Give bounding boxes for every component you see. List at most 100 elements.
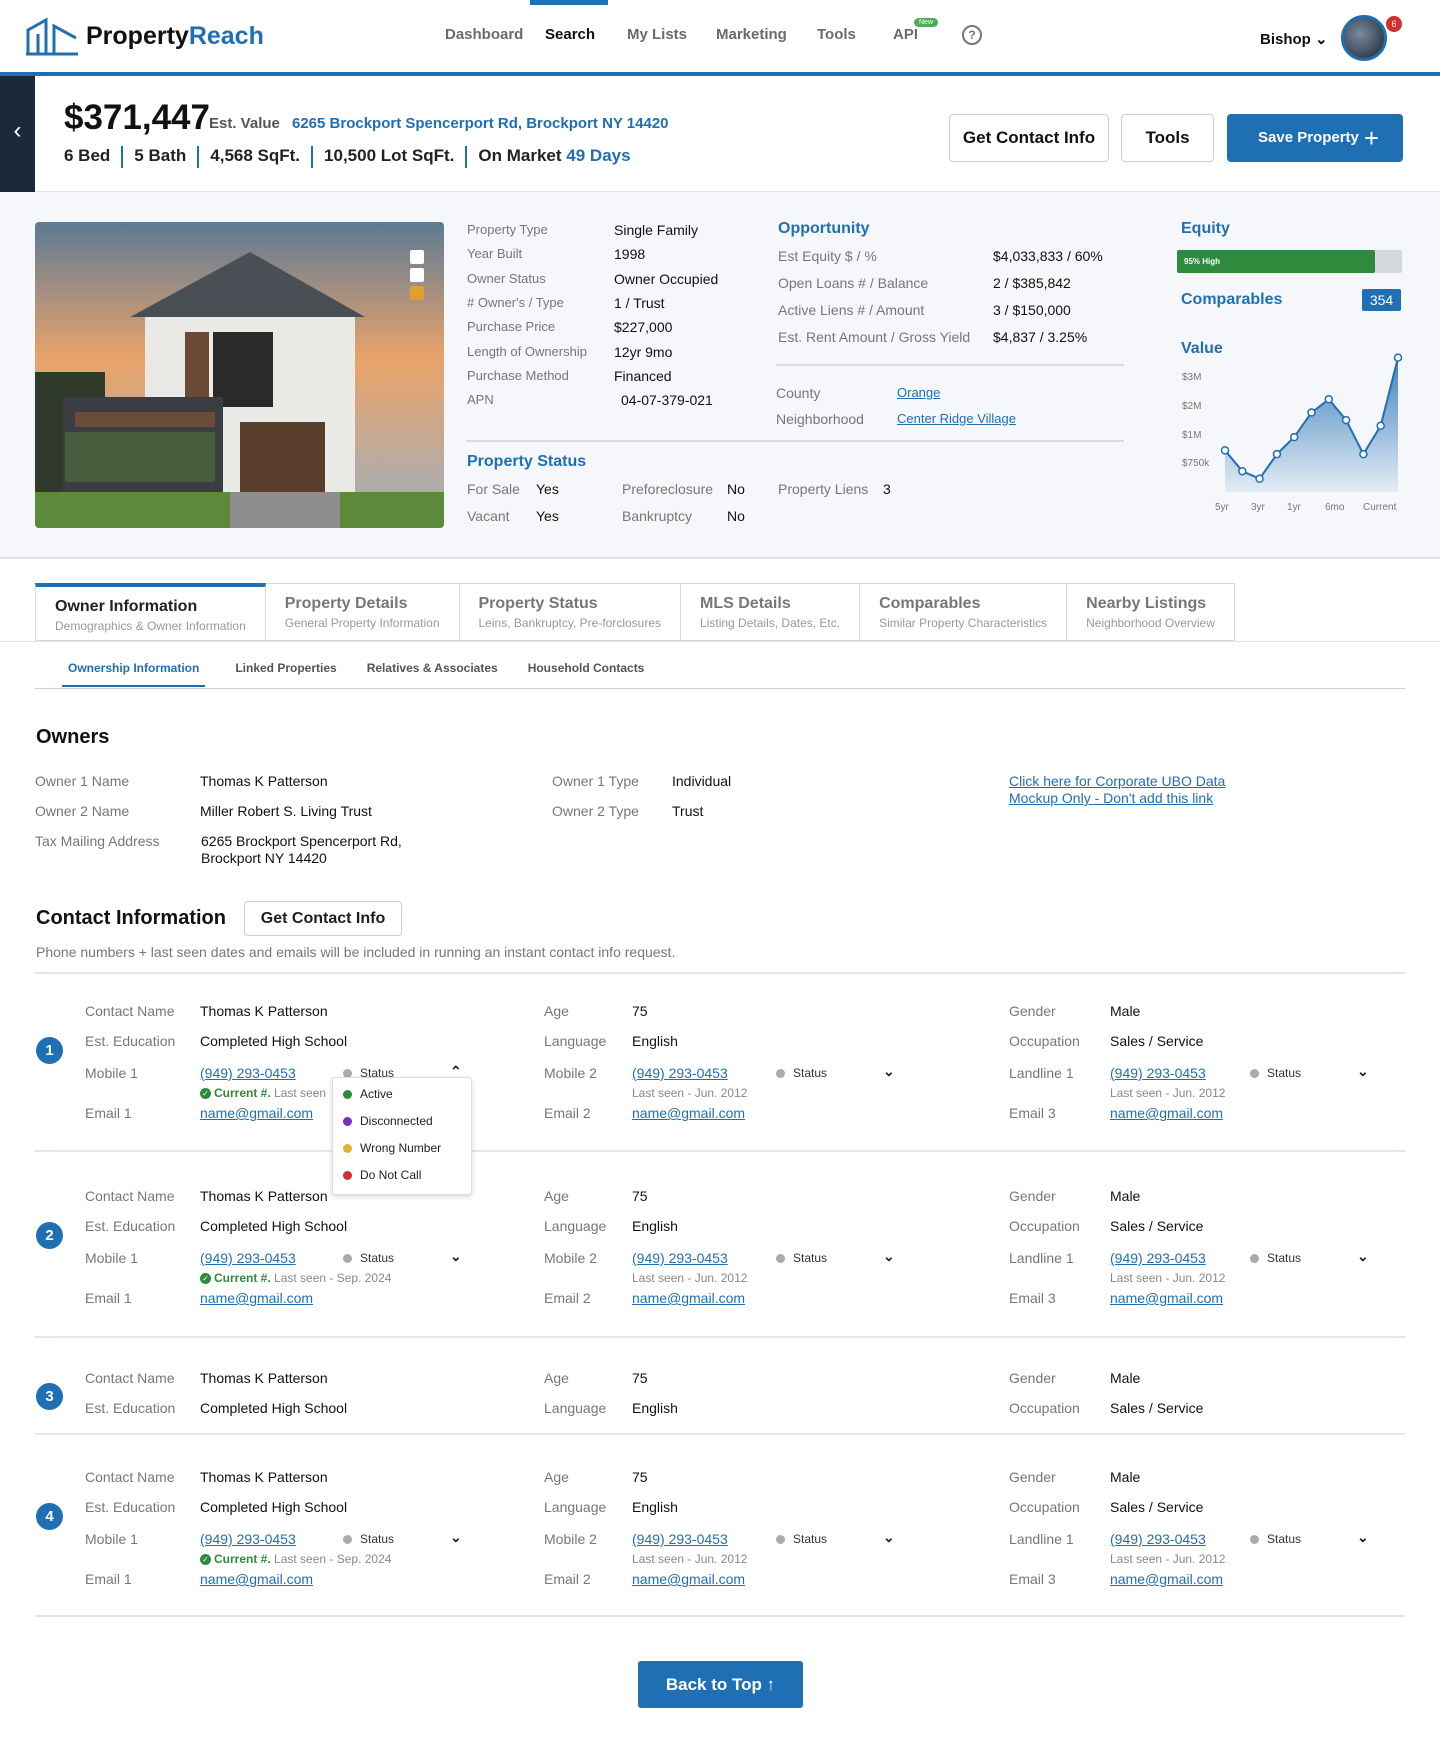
value-point[interactable] <box>1376 421 1385 431</box>
phone-link[interactable]: (949) 293-0453 <box>632 1250 728 1266</box>
value-point[interactable] <box>1324 395 1334 404</box>
status-select[interactable]: Status <box>1250 1251 1301 1265</box>
ubo-data-link[interactable]: Click here for Corporate UBO Data <box>1009 773 1225 789</box>
status-option-active[interactable]: Active <box>333 1087 471 1114</box>
county-link[interactable]: Orange <box>897 385 940 400</box>
chevron-down-icon[interactable]: ⌄ <box>1357 1063 1369 1080</box>
email-link[interactable]: name@gmail.com <box>1110 1105 1223 1121</box>
chevron-down-icon[interactable]: ⌄ <box>883 1063 895 1080</box>
phone-link[interactable]: (949) 293-0453 <box>200 1250 296 1266</box>
value-point[interactable] <box>1307 408 1316 417</box>
tab-owner-information[interactable]: Owner Information Demographics & Owner In… <box>35 583 266 641</box>
vacant-label: Vacant <box>467 508 510 524</box>
value-point[interactable] <box>1238 466 1247 476</box>
status-select[interactable]: Status <box>1250 1532 1301 1546</box>
contact-email1-label: Email 1 <box>85 1571 132 1587</box>
status-select[interactable]: Status <box>343 1532 394 1546</box>
status-option-do-not-call[interactable]: Do Not Call <box>333 1168 471 1195</box>
email-link[interactable]: name@gmail.com <box>200 1105 313 1121</box>
property-address[interactable]: 6265 Brockport Spencerport Rd, Brockport… <box>292 115 669 132</box>
property-photo[interactable] <box>35 222 444 528</box>
get-contact-info-button[interactable]: Get Contact Info <box>949 114 1109 162</box>
get-contact-info-button[interactable]: Get Contact Info <box>244 901 402 936</box>
chevron-down-icon[interactable]: ⌄ <box>450 1529 462 1546</box>
nav-marketing[interactable]: Marketing <box>716 26 787 43</box>
save-property-button[interactable]: Save Property + <box>1227 114 1403 162</box>
chevron-down-icon[interactable]: ⌄ <box>883 1248 895 1265</box>
phone-link[interactable]: (949) 293-0453 <box>632 1531 728 1547</box>
phone-link[interactable]: (949) 293-0453 <box>1110 1531 1206 1547</box>
value-point[interactable] <box>1220 446 1230 455</box>
status-option-wrong-number[interactable]: Wrong Number <box>333 1141 471 1168</box>
email-link[interactable]: name@gmail.com <box>200 1571 313 1587</box>
phone-link[interactable]: (949) 293-0453 <box>200 1531 296 1547</box>
nav-search[interactable]: Search <box>545 26 595 43</box>
last-seen: Last seen - Jun. 2012 <box>1110 1271 1226 1285</box>
chevron-down-icon[interactable]: ⌄ <box>883 1529 895 1546</box>
tab-property-details[interactable]: Property Details General Property Informa… <box>265 583 460 641</box>
chevron-down-icon[interactable]: ⌄ <box>1357 1248 1369 1265</box>
value-point[interactable] <box>1393 353 1403 362</box>
help-icon[interactable]: ? <box>962 25 982 45</box>
comparables-title[interactable]: Comparables <box>1181 291 1282 309</box>
phone-link[interactable]: (949) 293-0453 <box>632 1065 728 1081</box>
phone-link[interactable]: (949) 293-0453 <box>1110 1250 1206 1266</box>
email-link[interactable]: name@gmail.com <box>1110 1571 1223 1587</box>
email-link[interactable]: name@gmail.com <box>632 1571 745 1587</box>
email-link[interactable]: name@gmail.com <box>200 1290 313 1306</box>
value-point[interactable] <box>1359 449 1368 459</box>
status-select[interactable]: Status <box>1250 1066 1301 1080</box>
status-select[interactable]: Status <box>776 1251 827 1265</box>
value-point[interactable] <box>1255 474 1264 484</box>
tab-property-status[interactable]: Property Status Leins, Bankruptcy, Pre-fo… <box>459 583 682 641</box>
nav-api[interactable]: API <box>893 26 918 43</box>
user-menu[interactable]: Bishop ⌄ <box>1260 30 1328 48</box>
status-select[interactable]: Status <box>343 1251 394 1265</box>
mockup-link[interactable]: Mockup Only - Don't add this link <box>1009 790 1213 806</box>
subtab-linked-properties[interactable]: Linked Properties <box>235 661 336 687</box>
street-view-icon[interactable] <box>410 286 424 300</box>
nav-tools[interactable]: Tools <box>817 26 856 43</box>
chevron-down-icon[interactable]: ⌄ <box>1357 1529 1369 1546</box>
phone-link[interactable]: (949) 293-0453 <box>200 1065 296 1081</box>
tab-mls-details[interactable]: MLS Details Listing Details, Dates, Etc. <box>681 583 861 641</box>
email-link[interactable]: name@gmail.com <box>632 1290 745 1306</box>
tools-button[interactable]: Tools <box>1121 114 1214 162</box>
email-link[interactable]: name@gmail.com <box>1110 1290 1223 1306</box>
contact-email3-label: Email 3 <box>1009 1105 1056 1121</box>
logo[interactable]: Property Reach <box>24 16 264 56</box>
status-dot <box>343 1254 352 1264</box>
status-select[interactable]: Status <box>776 1532 827 1546</box>
nav-dashboard[interactable]: Dashboard <box>445 26 523 43</box>
avatar[interactable] <box>1341 15 1387 61</box>
back-to-top-button[interactable]: Back to Top ↑ <box>638 1661 803 1708</box>
nav-my-lists[interactable]: My Lists <box>627 26 687 43</box>
tax-address-line1: 6265 Brockport Spencerport Rd, <box>201 833 402 849</box>
subtab-ownership-information[interactable]: Ownership Information <box>62 661 206 687</box>
tab-comparables[interactable]: Comparables Similar Property Characterist… <box>860 583 1068 641</box>
value-point[interactable] <box>1341 415 1351 425</box>
neighborhood-link[interactable]: Center Ridge Village <box>897 411 1016 426</box>
arrow-up-icon: ↑ <box>766 1675 776 1694</box>
back-arrow-icon[interactable]: ‹ <box>0 76 35 192</box>
subtab-household-contacts[interactable]: Household Contacts <box>528 661 645 687</box>
last-seen: ✓ Current #. Last seen <box>200 1086 326 1100</box>
status-select[interactable]: Status <box>776 1066 827 1080</box>
value-point[interactable] <box>1289 432 1299 442</box>
status-dot <box>1250 1069 1259 1079</box>
subtab-relatives-associates[interactable]: Relatives & Associates <box>367 661 498 687</box>
detail-value: Owner Occupied <box>614 270 719 287</box>
logo-icon <box>26 17 78 56</box>
tab-nearby-listings[interactable]: Nearby Listings Neighborhood Overview <box>1067 583 1235 641</box>
phone-link[interactable]: (949) 293-0453 <box>1110 1065 1206 1081</box>
value-point[interactable] <box>1272 449 1282 459</box>
comparables-count[interactable]: 354 <box>1362 289 1401 311</box>
gallery-icon[interactable] <box>410 250 424 264</box>
tab-title: MLS Details <box>700 595 791 612</box>
map-icon[interactable] <box>410 268 424 282</box>
detail-value: 04-07-379-021 <box>621 392 713 409</box>
email-link[interactable]: name@gmail.com <box>632 1105 745 1121</box>
detail-value: 1 / Trust <box>614 294 665 311</box>
chevron-down-icon[interactable]: ⌄ <box>450 1248 462 1265</box>
status-option-disconnected[interactable]: Disconnected <box>333 1114 471 1141</box>
